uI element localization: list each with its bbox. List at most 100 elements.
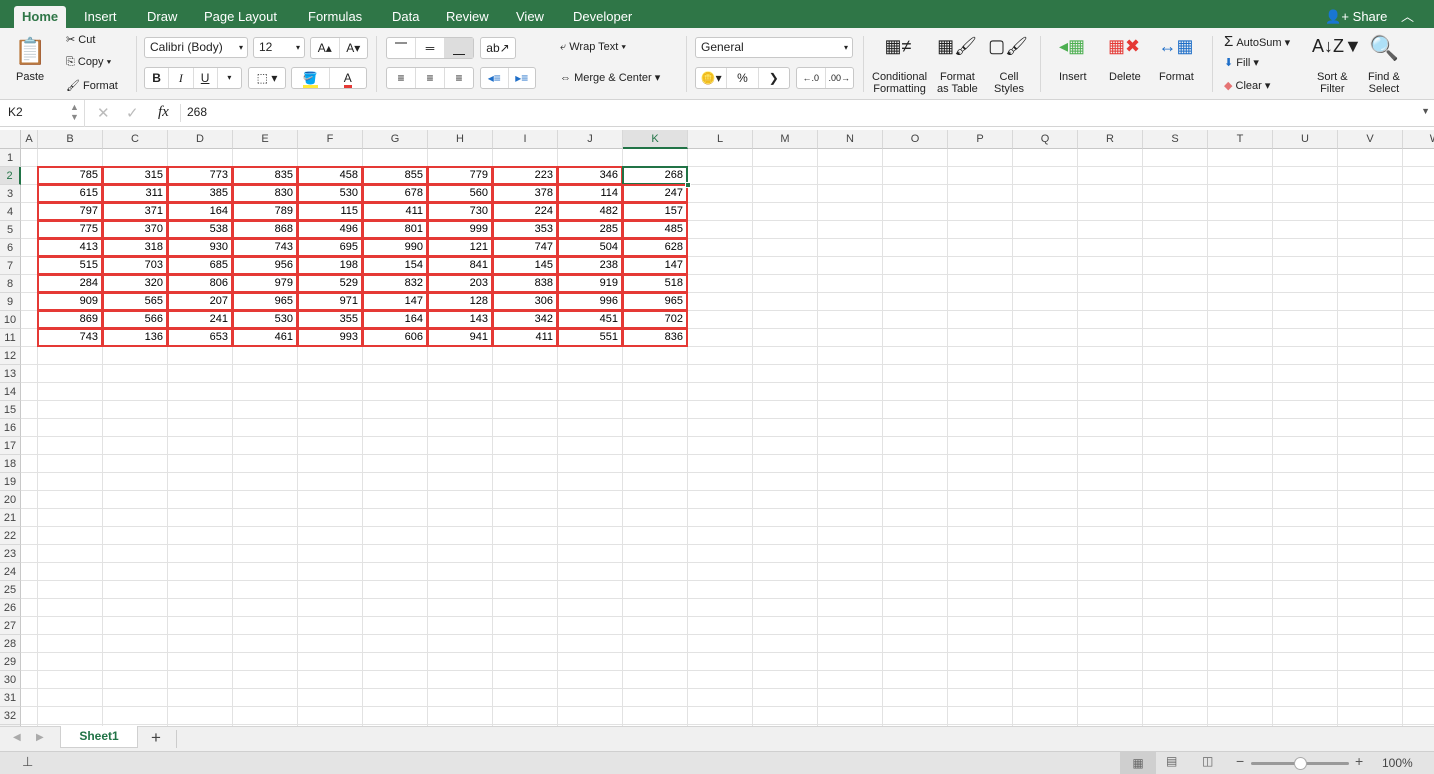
cell-K5[interactable]: 485 xyxy=(622,220,688,239)
cell-G9[interactable]: 147 xyxy=(362,292,428,311)
font-size-select[interactable]: 12 ▾ xyxy=(253,37,305,58)
cell-I8[interactable]: 838 xyxy=(492,274,558,293)
spreadsheet-grid[interactable]: ABCDEFGHIJKLMNOPQRSTUVW12345678910111213… xyxy=(0,130,1434,726)
delete-button[interactable]: Delete xyxy=(1109,71,1141,83)
cell-G8[interactable]: 832 xyxy=(362,274,428,293)
cell-F2[interactable]: 458 xyxy=(297,166,363,185)
name-box-stepper[interactable]: ▲ ▼ xyxy=(70,102,79,122)
italic-button[interactable]: I xyxy=(169,68,194,88)
zoom-slider-thumb[interactable] xyxy=(1294,757,1307,770)
row-header-16[interactable]: 16 xyxy=(0,419,21,437)
cell-G4[interactable]: 411 xyxy=(362,202,428,221)
row-header-28[interactable]: 28 xyxy=(0,635,21,653)
column-header-A[interactable]: A xyxy=(21,130,38,149)
row-header-2[interactable]: 2 xyxy=(0,167,21,185)
column-header-V[interactable]: V xyxy=(1338,130,1403,149)
column-header-R[interactable]: R xyxy=(1078,130,1143,149)
column-header-K[interactable]: K xyxy=(623,130,688,149)
autosum-button[interactable]: Σ AutoSum ▾ xyxy=(1224,33,1290,50)
row-header-14[interactable]: 14 xyxy=(0,383,21,401)
row-header-20[interactable]: 20 xyxy=(0,491,21,509)
font-name-select[interactable]: Calibri (Body) ▾ xyxy=(144,37,248,58)
cell-C4[interactable]: 371 xyxy=(102,202,168,221)
tab-page-layout[interactable]: Page Layout xyxy=(196,6,285,28)
cell-D8[interactable]: 806 xyxy=(167,274,233,293)
cancel-icon[interactable]: ✕ xyxy=(97,104,110,122)
page-layout-view-icon[interactable]: ▤ xyxy=(1166,754,1177,768)
format-cells-icon[interactable]: ↔▦ xyxy=(1156,36,1196,57)
cell-H4[interactable]: 730 xyxy=(427,202,493,221)
cell-B8[interactable]: 284 xyxy=(37,274,103,293)
sort-filter-icon[interactable]: A↓Z▼ xyxy=(1312,36,1362,57)
conditional-formatting-button[interactable]: Conditional Formatting xyxy=(872,71,927,95)
cell-I7[interactable]: 145 xyxy=(492,256,558,275)
borders-icon[interactable]: ⬚ ▾ xyxy=(249,68,285,88)
cell-K7[interactable]: 147 xyxy=(622,256,688,275)
cell-D9[interactable]: 207 xyxy=(167,292,233,311)
cell-K9[interactable]: 965 xyxy=(622,292,688,311)
increase-font-icon[interactable]: A▴ xyxy=(311,38,340,58)
delete-cells-icon[interactable]: ▦✖ xyxy=(1104,36,1144,57)
copy-button[interactable]: ⎘ Copy ▾ xyxy=(66,56,111,69)
cell-B5[interactable]: 775 xyxy=(37,220,103,239)
wrap-text-button[interactable]: ⤶ Wrap Text ▾ xyxy=(560,41,626,54)
increase-indent-icon[interactable]: ▸≡ xyxy=(509,68,536,88)
cell-H11[interactable]: 941 xyxy=(427,328,493,347)
column-header-M[interactable]: M xyxy=(753,130,818,149)
row-header-9[interactable]: 9 xyxy=(0,293,21,311)
cell-C2[interactable]: 315 xyxy=(102,166,168,185)
cell-E11[interactable]: 461 xyxy=(232,328,298,347)
cell-styles-icon[interactable]: ▢🖌 xyxy=(988,36,1028,57)
cell-I3[interactable]: 378 xyxy=(492,184,558,203)
cell-F10[interactable]: 355 xyxy=(297,310,363,329)
zoom-in-button[interactable]: + xyxy=(1355,753,1363,769)
column-header-O[interactable]: O xyxy=(883,130,948,149)
cell-I11[interactable]: 411 xyxy=(492,328,558,347)
underline-button[interactable]: U xyxy=(194,68,218,88)
row-header-4[interactable]: 4 xyxy=(0,203,21,221)
cell-G3[interactable]: 678 xyxy=(362,184,428,203)
cell-B6[interactable]: 413 xyxy=(37,238,103,257)
format-button[interactable]: Format xyxy=(1159,71,1194,83)
fx-icon[interactable]: fx xyxy=(158,104,169,121)
align-right-icon[interactable]: ≡ xyxy=(445,68,473,88)
cell-G2[interactable]: 855 xyxy=(362,166,428,185)
cell-H2[interactable]: 779 xyxy=(427,166,493,185)
cell-F9[interactable]: 971 xyxy=(297,292,363,311)
cell-C11[interactable]: 136 xyxy=(102,328,168,347)
formula-input[interactable]: 268 xyxy=(187,105,207,119)
zoom-level[interactable]: 100% xyxy=(1382,756,1413,770)
column-header-E[interactable]: E xyxy=(233,130,298,149)
cell-C5[interactable]: 370 xyxy=(102,220,168,239)
cell-B2[interactable]: 785 xyxy=(37,166,103,185)
cell-C6[interactable]: 318 xyxy=(102,238,168,257)
paste-icon[interactable]: 📋 xyxy=(14,36,46,67)
select-all-corner[interactable] xyxy=(0,130,21,149)
column-header-I[interactable]: I xyxy=(493,130,558,149)
cell-D4[interactable]: 164 xyxy=(167,202,233,221)
fill-button[interactable]: ⬇ Fill ▾ xyxy=(1224,56,1259,69)
cell-J7[interactable]: 238 xyxy=(557,256,623,275)
zoom-out-button[interactable]: − xyxy=(1236,753,1244,769)
cut-button[interactable]: ✂ Cut xyxy=(66,33,95,46)
column-header-N[interactable]: N xyxy=(818,130,883,149)
row-header-24[interactable]: 24 xyxy=(0,563,21,581)
cell-K10[interactable]: 702 xyxy=(622,310,688,329)
name-box[interactable]: K2 xyxy=(8,105,23,119)
decrease-font-icon[interactable]: A▾ xyxy=(340,38,368,58)
cell-C8[interactable]: 320 xyxy=(102,274,168,293)
next-sheet-icon[interactable]: ▶ xyxy=(36,732,44,743)
cell-E3[interactable]: 830 xyxy=(232,184,298,203)
cell-J5[interactable]: 285 xyxy=(557,220,623,239)
decrease-decimal-icon[interactable]: .00→ xyxy=(826,68,854,88)
cell-E5[interactable]: 868 xyxy=(232,220,298,239)
cell-D5[interactable]: 538 xyxy=(167,220,233,239)
row-header-23[interactable]: 23 xyxy=(0,545,21,563)
column-header-B[interactable]: B xyxy=(38,130,103,149)
cell-H10[interactable]: 143 xyxy=(427,310,493,329)
row-header-19[interactable]: 19 xyxy=(0,473,21,491)
cell-J4[interactable]: 482 xyxy=(557,202,623,221)
cell-I5[interactable]: 353 xyxy=(492,220,558,239)
align-middle-icon[interactable]: ═ xyxy=(416,38,445,58)
row-header-12[interactable]: 12 xyxy=(0,347,21,365)
